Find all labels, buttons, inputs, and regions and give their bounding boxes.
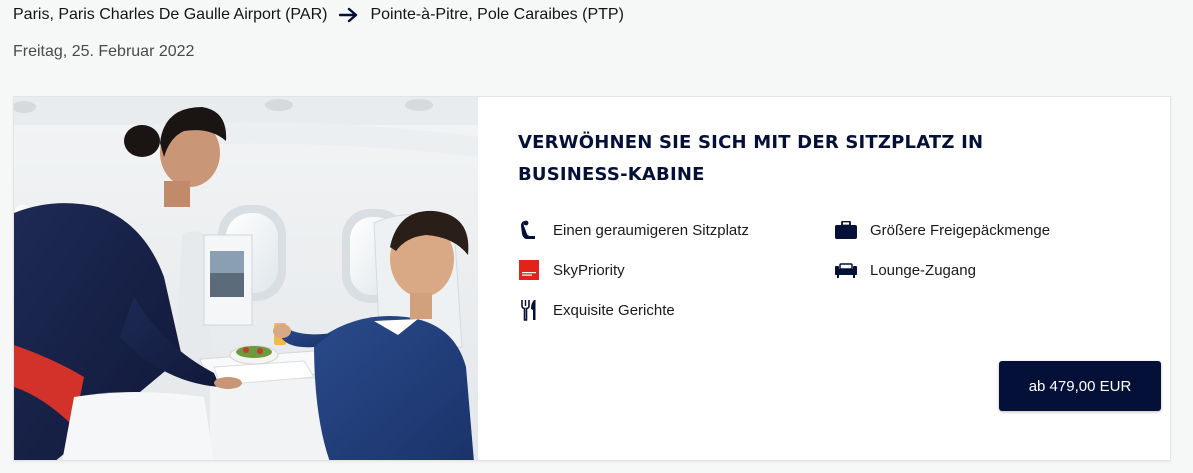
offer-headline: VERWÖHNEN SIE SICH MIT DER SITZPLATZ IN …	[518, 132, 984, 185]
feature-label: Lounge-Zugang	[870, 261, 976, 279]
flight-date: Freitag, 25. Februar 2022	[13, 43, 195, 60]
origin-label: Paris, Paris Charles De Gaulle Airport (…	[13, 6, 328, 23]
feature-skypriority: SkyPriority	[518, 259, 625, 281]
offer-content: VERWÖHNEN SIE SICH MIT DER SITZPLATZ IN …	[518, 127, 1138, 321]
feature-label: Größere Freigepäckmenge	[870, 221, 1051, 239]
seat-icon	[518, 219, 540, 241]
feature-seat: Einen geraumigeren Sitzplatz	[518, 219, 749, 241]
upsell-card: VERWÖHNEN SIE SICH MIT DER SITZPLATZ IN …	[13, 96, 1171, 461]
lounge-icon	[835, 259, 857, 281]
feature-label: Einen geraumigeren Sitzplatz	[553, 221, 749, 239]
price-button[interactable]: ab 479,00 EUR	[999, 361, 1161, 411]
route-header: Paris, Paris Charles De Gaulle Airport (…	[13, 6, 624, 24]
feature-meals: Exquisite Gerichte	[518, 299, 675, 321]
feature-label: SkyPriority	[553, 261, 625, 279]
skypriority-icon	[518, 259, 540, 281]
business-cabin-photo	[14, 97, 478, 460]
cutlery-icon	[518, 299, 540, 321]
feature-lounge: Lounge-Zugang	[835, 259, 976, 281]
baggage-icon	[835, 219, 857, 241]
feature-label: Exquisite Gerichte	[553, 301, 675, 319]
destination-label: Pointe-à-Pitre, Pole Caraibes (PTP)	[370, 6, 624, 23]
arrow-right-icon	[339, 7, 359, 23]
feature-baggage: Größere Freigepäckmenge	[835, 219, 1050, 241]
